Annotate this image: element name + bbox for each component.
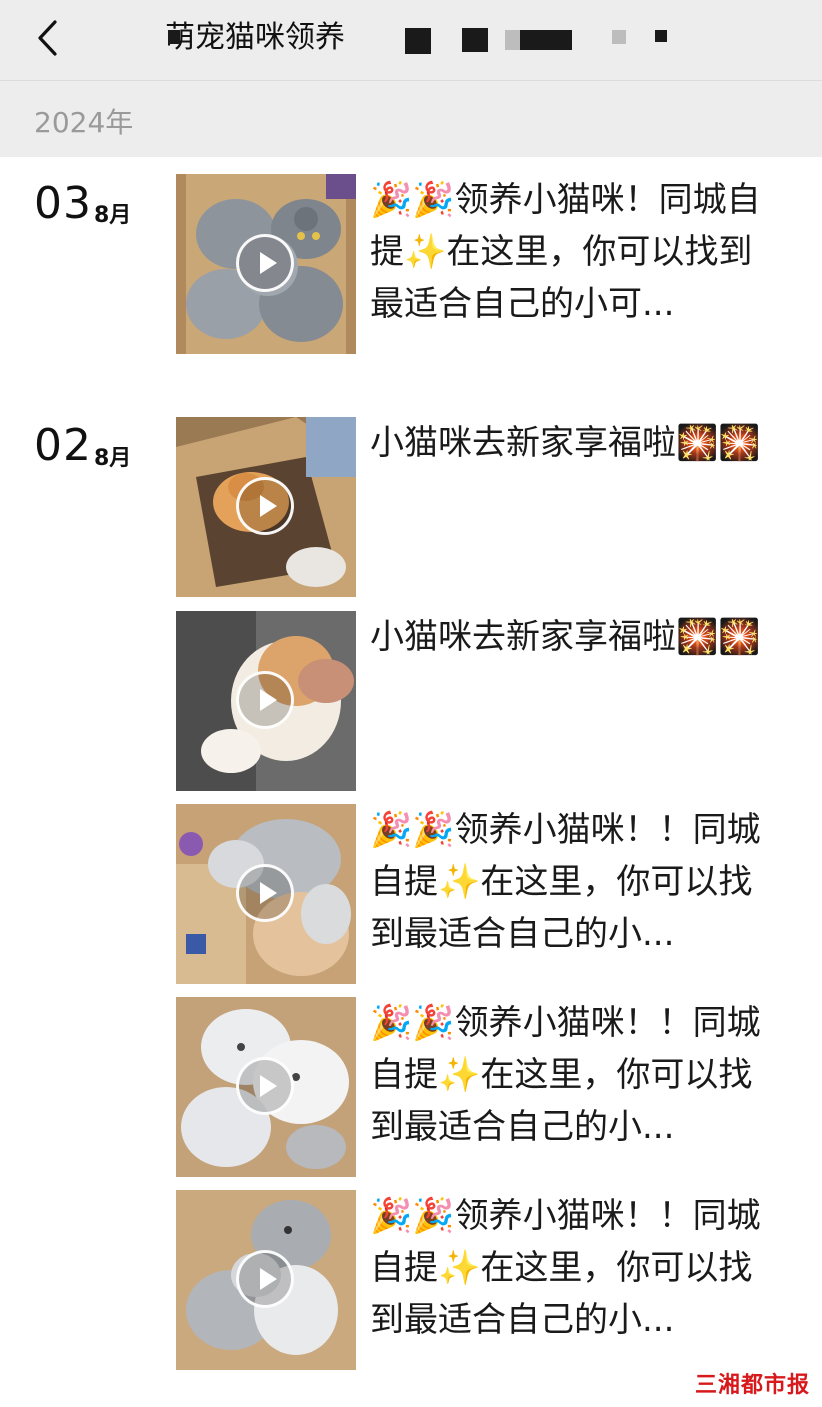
redaction-mask — [655, 30, 667, 42]
redaction-mask — [168, 30, 180, 44]
video-thumbnail[interactable] — [176, 174, 356, 354]
post-caption: 🎉🎉领养小猫咪！同城自提✨在这里，你可以找到最适合自己的小可... — [370, 180, 761, 324]
watermark-logo: 三湘都市报 — [694, 1373, 810, 1398]
year-label: 2024年 — [34, 106, 134, 139]
moment-post[interactable]: 🎉🎉领养小猫咪！！同城自提✨在这里，你可以找到最适合自己的小... — [176, 804, 776, 984]
video-thumbnail[interactable] — [176, 997, 356, 1177]
post-caption: 🎉🎉领养小猫咪！！同城自提✨在这里，你可以找到最适合自己的小... — [370, 1003, 761, 1147]
play-icon[interactable] — [236, 234, 294, 292]
moment-post[interactable]: 🎉🎉领养小猫咪！！同城自提✨在这里，你可以找到最适合自己的小... — [176, 997, 776, 1177]
year-divider: 2024年 — [0, 81, 822, 157]
post-caption: 小猫咪去新家享福啦🎇🎇 — [370, 423, 761, 463]
page-title: 萌宠猫咪领养 — [165, 20, 345, 55]
moment-post[interactable]: 小猫咪去新家享福啦🎇🎇 — [176, 417, 776, 597]
redaction-mask — [405, 28, 431, 54]
video-thumbnail[interactable] — [176, 804, 356, 984]
post-caption: 🎉🎉领养小猫咪！！同城自提✨在这里，你可以找到最适合自己的小... — [370, 1196, 761, 1340]
video-thumbnail[interactable] — [176, 1190, 356, 1370]
play-icon[interactable] — [236, 864, 294, 922]
play-icon[interactable] — [236, 671, 294, 729]
moment-post[interactable]: 🎉🎉领养小猫咪！同城自提✨在这里，你可以找到最适合自己的小可... — [176, 174, 776, 354]
redaction-mask — [462, 28, 488, 52]
play-icon[interactable] — [236, 477, 294, 535]
top-bar: 萌宠猫咪领养 — [0, 0, 822, 81]
date-day: 02 — [34, 420, 92, 471]
back-button[interactable] — [28, 18, 68, 58]
post-caption: 小猫咪去新家享福啦🎇🎇 — [370, 617, 761, 657]
moment-post[interactable]: 🎉🎉领养小猫咪！！同城自提✨在这里，你可以找到最适合自己的小... — [176, 1190, 776, 1370]
date-month: 8月 — [94, 203, 132, 228]
redaction-mask — [520, 30, 572, 50]
video-thumbnail[interactable] — [176, 611, 356, 791]
post-caption: 🎉🎉领养小猫咪！！同城自提✨在这里，你可以找到最适合自己的小... — [370, 810, 761, 954]
date-month: 8月 — [94, 446, 132, 471]
chevron-left-icon — [38, 20, 57, 56]
moment-post[interactable]: 小猫咪去新家享福啦🎇🎇 — [176, 611, 776, 791]
redaction-mask — [612, 30, 626, 44]
play-icon[interactable] — [236, 1250, 294, 1308]
date-day: 03 — [34, 178, 92, 229]
play-icon[interactable] — [236, 1057, 294, 1115]
video-thumbnail[interactable] — [176, 417, 356, 597]
